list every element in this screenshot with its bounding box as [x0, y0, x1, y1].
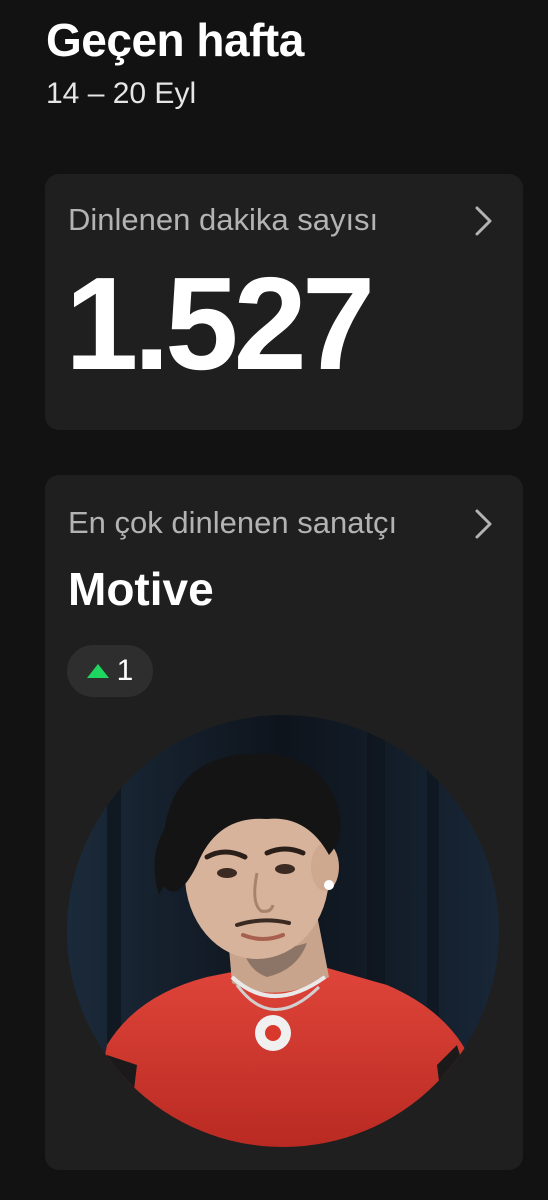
minutes-value: 1.527 [65, 250, 375, 397]
artist-photo [67, 715, 499, 1147]
top-artist-card[interactable]: En çok dinlenen sanatçı Motive 1 [45, 475, 523, 1170]
triangle-up-icon [86, 664, 109, 678]
minutes-card[interactable]: Dinlenen dakika sayısı 1.527 [45, 174, 523, 430]
rank-change-value: 1 [116, 654, 134, 687]
artist-photo-illustration [67, 715, 499, 1147]
minutes-card-label: Dinlenen dakika sayısı [68, 202, 379, 237]
top-artist-card-label: En çok dinlenen sanatçı [68, 505, 398, 540]
header: Geçen hafta 14 – 20 Eyl [46, 10, 304, 114]
weekly-stats-screen: Geçen hafta 14 – 20 Eyl Dinlenen dakika … [0, 0, 548, 1200]
page-title: Geçen hafta [46, 14, 304, 66]
chevron-right-icon [475, 206, 492, 236]
rank-change-badge: 1 [67, 645, 153, 697]
chevron-right-icon [475, 509, 492, 539]
date-range: 14 – 20 Eyl [46, 77, 197, 110]
artist-name: Motive [68, 563, 214, 615]
